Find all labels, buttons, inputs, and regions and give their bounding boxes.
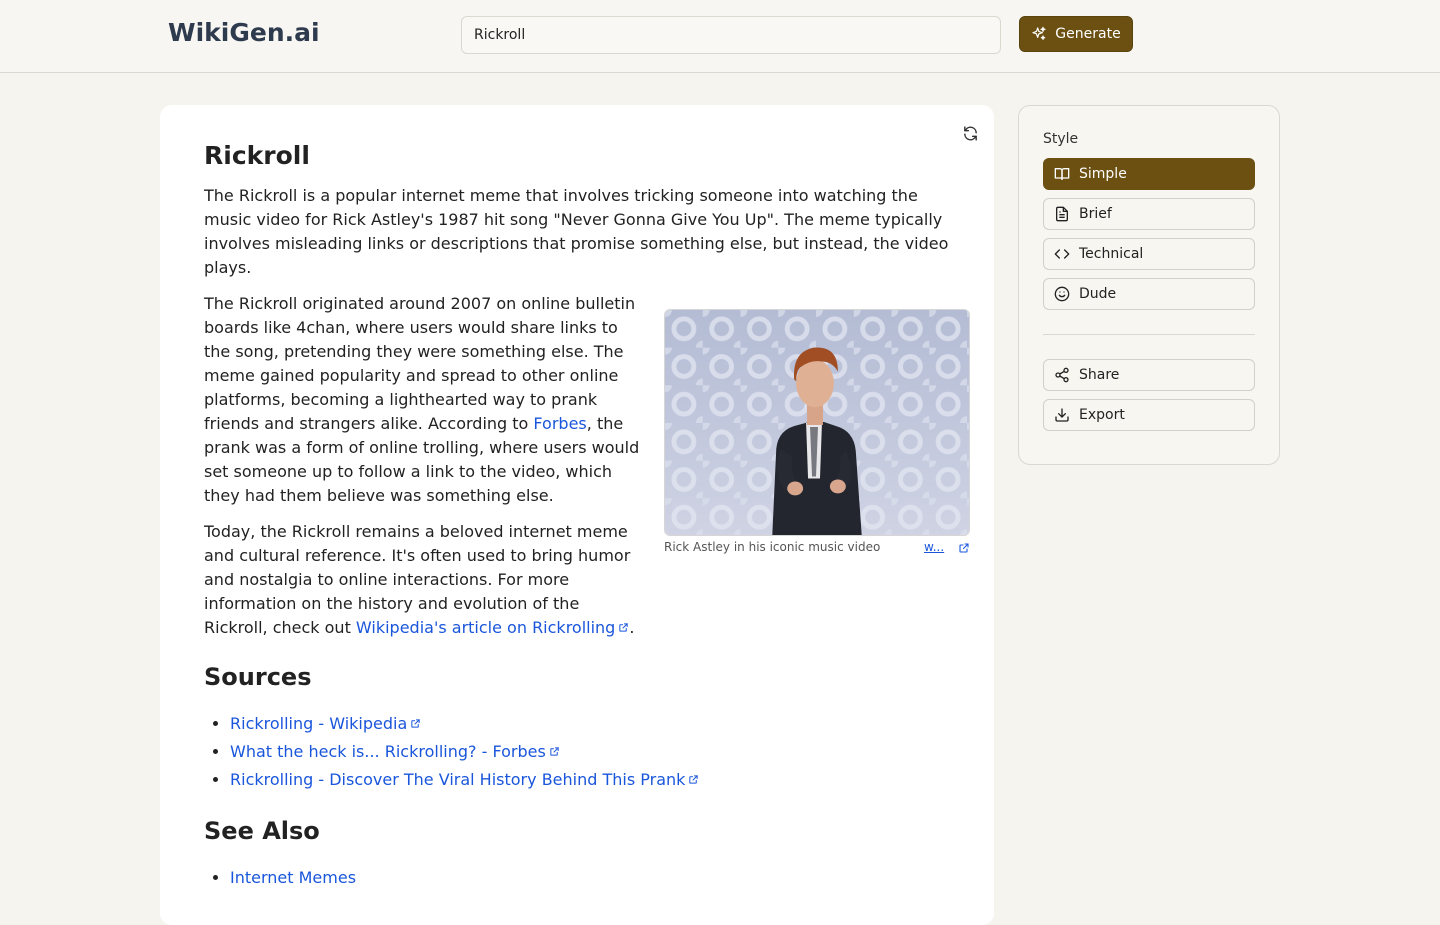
- see-also-heading: See Also: [204, 817, 320, 845]
- figure-caption: Rick Astley in his iconic music video w.…: [664, 540, 970, 558]
- sparkles-icon: [1032, 26, 1046, 40]
- generate-button[interactable]: Generate: [1019, 16, 1133, 52]
- export-button[interactable]: Export: [1043, 399, 1255, 431]
- refresh-icon: [963, 125, 977, 141]
- source-link-text: What the heck is... Rickrolling? - Forbe…: [230, 742, 546, 761]
- style-label: Style: [1043, 131, 1079, 147]
- document-icon: [1056, 206, 1068, 222]
- origin-text: The Rickroll originated around 2007 on o…: [204, 294, 636, 433]
- share-label: Share: [1079, 367, 1120, 383]
- regenerate-button[interactable]: [960, 123, 980, 143]
- see-also-link[interactable]: Internet Memes: [230, 868, 356, 887]
- article-figure: Rick Astley in his iconic music video w.…: [664, 309, 970, 558]
- source-link-text: Rickrolling - Wikipedia: [230, 714, 408, 733]
- style-brief-button[interactable]: Brief: [1043, 198, 1255, 230]
- image-source-link[interactable]: w...: [924, 540, 944, 554]
- site-logo[interactable]: WikiGen.ai: [168, 18, 320, 47]
- intro-paragraph: The Rickroll is a popular internet meme …: [204, 186, 949, 277]
- caption-text: Rick Astley in his iconic music video: [664, 540, 881, 554]
- source-link[interactable]: Rickrolling - Wikipedia: [230, 714, 421, 733]
- search-input[interactable]: [461, 16, 1001, 54]
- style-dude-button[interactable]: Dude: [1043, 278, 1255, 310]
- generate-label: Generate: [1055, 26, 1121, 42]
- forbes-inline-link[interactable]: Forbes: [533, 414, 586, 433]
- today-paragraph: Today, the Rickroll remains a beloved in…: [204, 520, 644, 640]
- wikipedia-inline-link[interactable]: Wikipedia's article on Rickrolling: [356, 618, 629, 637]
- list-item: Rickrolling - Wikipedia: [230, 710, 950, 738]
- book-open-icon: [1054, 168, 1070, 180]
- style-simple-button[interactable]: Simple: [1043, 158, 1255, 190]
- external-link-icon: [550, 747, 559, 756]
- external-link-icon: [411, 719, 420, 728]
- today-text-end: .: [629, 618, 635, 637]
- style-option-label: Dude: [1079, 286, 1117, 302]
- export-label: Export: [1079, 407, 1125, 423]
- style-option-label: Brief: [1079, 206, 1112, 222]
- article-title: Rickroll: [204, 141, 310, 170]
- sources-heading: Sources: [204, 663, 312, 691]
- rick-astley-image[interactable]: [664, 309, 970, 536]
- panel-divider: [1043, 334, 1255, 335]
- list-item: What the heck is... Rickrolling? - Forbe…: [230, 738, 950, 766]
- source-link[interactable]: Rickrolling - Discover The Viral History…: [230, 770, 699, 789]
- style-technical-button[interactable]: Technical: [1043, 238, 1255, 270]
- external-link-icon[interactable]: [958, 542, 970, 554]
- external-link-icon: [619, 623, 629, 632]
- share-button[interactable]: Share: [1043, 359, 1255, 391]
- see-also-list: Internet Memes: [204, 864, 950, 892]
- source-link-text: Rickrolling - Discover The Viral History…: [230, 770, 686, 789]
- style-option-label: Simple: [1079, 166, 1127, 182]
- source-link[interactable]: What the heck is... Rickrolling? - Forbe…: [230, 742, 560, 761]
- share-icon: [1055, 367, 1069, 383]
- list-item: Rickrolling - Discover The Viral History…: [230, 766, 950, 794]
- download-icon: [1055, 408, 1069, 422]
- origin-paragraph: The Rickroll originated around 2007 on o…: [204, 292, 644, 508]
- list-item: Internet Memes: [230, 864, 950, 892]
- style-option-label: Technical: [1079, 246, 1144, 262]
- external-link-icon: [689, 775, 699, 784]
- sources-list: Rickrolling - Wikipedia What the heck is…: [204, 710, 950, 794]
- wikipedia-link-text: Wikipedia's article on Rickrolling: [355, 618, 616, 637]
- smiley-icon: [1054, 286, 1070, 302]
- code-icon: [1054, 249, 1070, 259]
